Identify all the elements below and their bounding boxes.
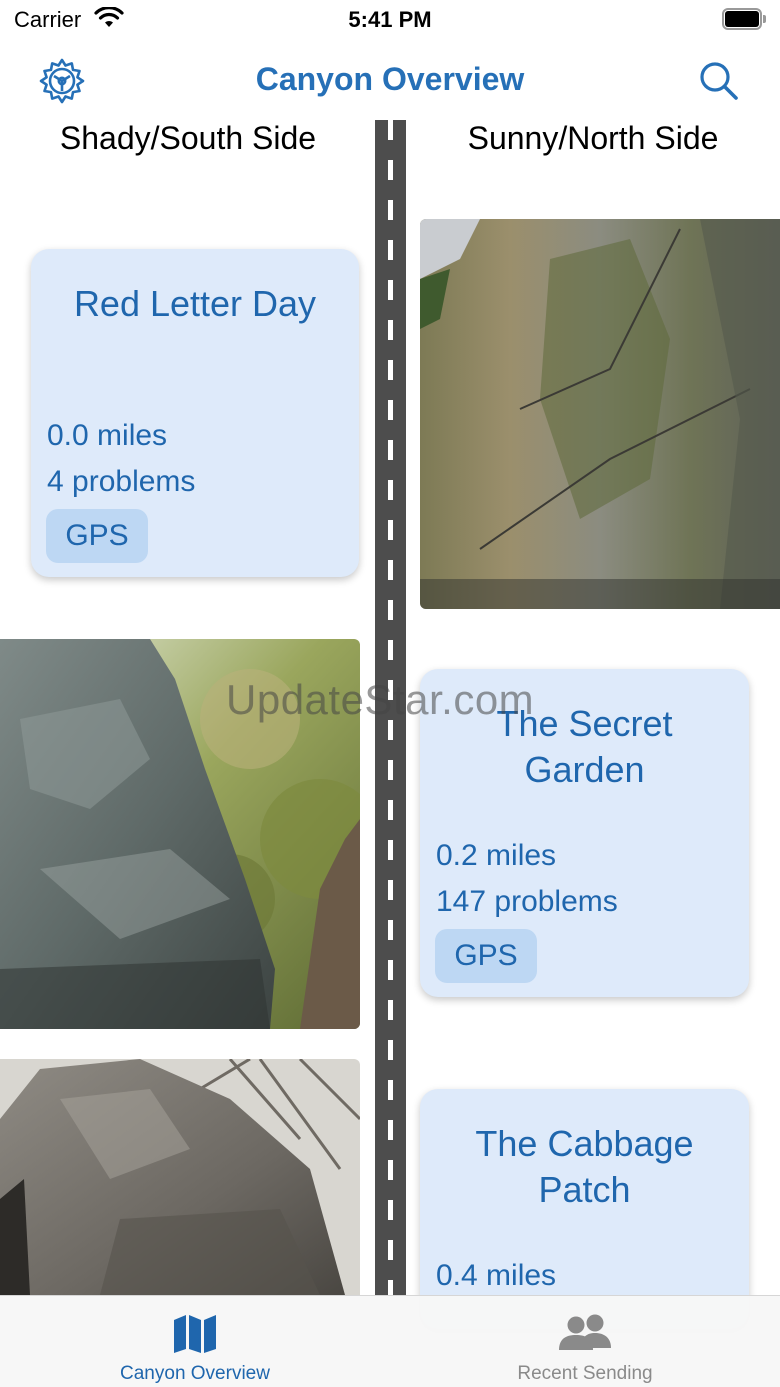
tab-label: Recent Sending (517, 1363, 653, 1384)
area-problem-count: 147 problems (436, 885, 618, 918)
tab-label: Canyon Overview (120, 1363, 270, 1384)
area-distance: 0.4 miles (436, 1259, 557, 1292)
status-bar: Carrier 5:41 PM (0, 0, 780, 40)
area-distance: 0.2 miles (436, 839, 557, 872)
tab-canyon-overview[interactable]: Canyon Overview (0, 1296, 390, 1387)
shady-side-heading: Shady/South Side (59, 120, 317, 156)
area-problem-count: 4 problems (47, 465, 196, 498)
boulder-photo[interactable] (420, 219, 780, 609)
gps-button[interactable]: GPS (435, 929, 537, 983)
search-button[interactable] (696, 58, 742, 104)
tab-bar: Canyon Overview Recent Sending (0, 1295, 780, 1387)
map-icon (174, 1315, 216, 1353)
battery-icon (722, 8, 768, 30)
clock: 5:41 PM (348, 7, 432, 32)
people-icon (559, 1314, 611, 1350)
watermark: UpdateStar.com (226, 676, 535, 723)
sunny-side-heading: Sunny/North Side (467, 120, 719, 156)
search-icon (700, 62, 738, 100)
area-card-cabbage-patch[interactable]: The Cabbage Patch 0.4 miles (420, 1089, 749, 1329)
area-distance: 0.0 miles (47, 419, 168, 452)
boulder-photo[interactable] (0, 1059, 360, 1295)
area-name: The Cabbage Patch (475, 1123, 694, 1210)
area-card-red-letter-day[interactable]: Red Letter Day 0.0 miles 4 problems GPS (31, 249, 359, 577)
navigation-bar: Canyon Overview (0, 44, 780, 118)
area-name: Red Letter Day (73, 283, 317, 324)
gps-button[interactable]: GPS (46, 509, 148, 563)
page-title: Canyon Overview (255, 61, 525, 97)
tab-recent-sending[interactable]: Recent Sending (390, 1296, 780, 1387)
